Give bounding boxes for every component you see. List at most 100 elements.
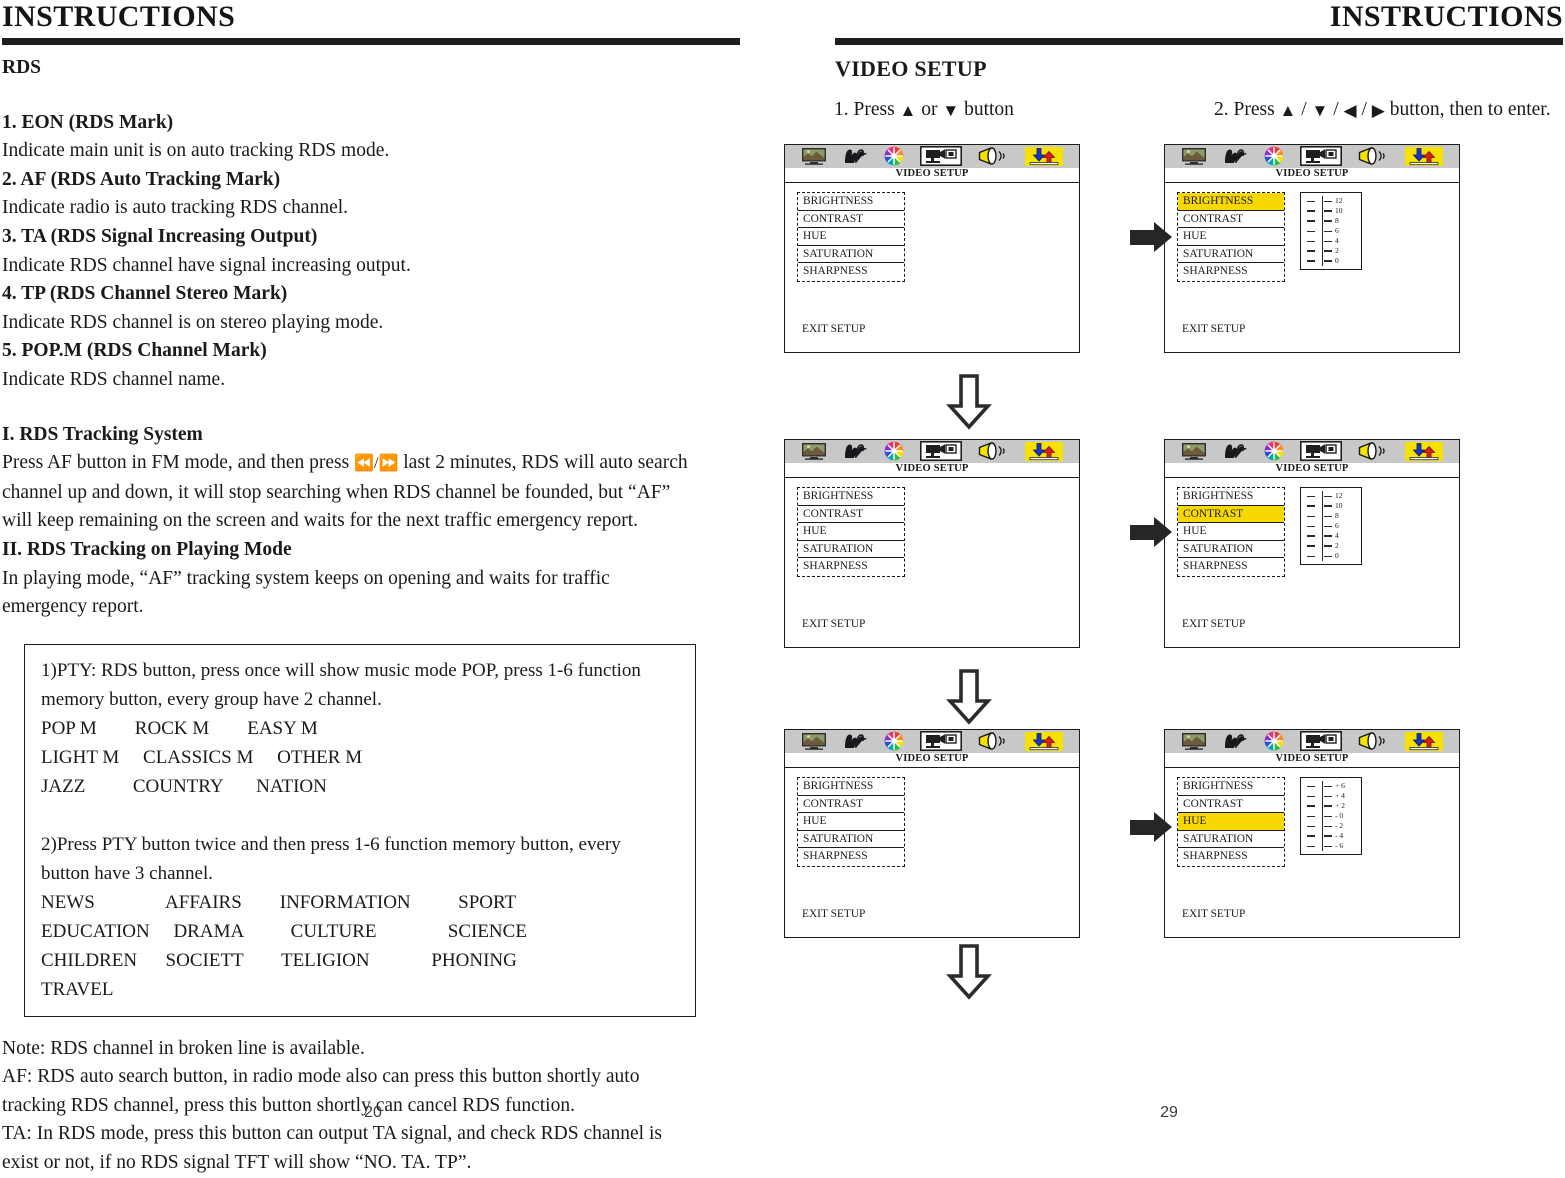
osd-menu-item-hue[interactable]: HUE	[1178, 523, 1284, 541]
item-4-heading: 4. TP (RDS Channel Stereo Mark)	[2, 283, 288, 305]
picture-icon[interactable]	[801, 442, 827, 460]
osd-menu-item-contrast[interactable]: CONTRAST	[798, 506, 904, 523]
osd-value-scale[interactable]: + 6 + 4 + 2- 0- 2- 4- 6	[1300, 777, 1362, 855]
osd-exit-setup[interactable]: EXIT SETUP	[1182, 618, 1245, 630]
osd-menu-item-sharpness[interactable]: SHARPNESS	[1178, 263, 1284, 281]
osd-menu-item-brightness[interactable]: BRIGHTNESS	[1178, 488, 1284, 506]
osd-menu-item-contrast[interactable]: CONTRAST	[1178, 505, 1284, 523]
osd-menu-item-saturation[interactable]: SATURATION	[1178, 246, 1284, 263]
updown-arrows-icon[interactable]	[1404, 731, 1443, 751]
color-wheel-icon[interactable]	[884, 441, 904, 461]
picture-icon[interactable]	[801, 147, 827, 165]
updown-arrows-icon[interactable]	[1024, 731, 1063, 751]
speaker-icon[interactable]	[1358, 147, 1388, 165]
osd-title: VIDEO SETUP	[785, 168, 1079, 183]
osd-exit-setup[interactable]: EXIT SETUP	[1182, 908, 1245, 920]
osd-menu-item-saturation[interactable]: SATURATION	[1178, 831, 1284, 848]
item-2-text: Indicate radio is auto tracking RDS chan…	[2, 197, 349, 219]
osd-menu-item-contrast[interactable]: CONTRAST	[798, 211, 904, 228]
video-camera-icon[interactable]	[920, 441, 963, 461]
osd-menu-item-brightness[interactable]: BRIGHTNESS	[798, 193, 904, 211]
scale-value: - 0	[1335, 811, 1344, 820]
osd-screen: VIDEO SETUP BRIGHTNESS CONTRAST HUE SATURATI…	[1164, 144, 1460, 353]
speaker-icon[interactable]	[1358, 732, 1388, 750]
osd-value-scale[interactable]: 12 10 8 6 4 2 0	[1300, 487, 1362, 565]
updown-arrows-icon[interactable]	[1024, 441, 1063, 461]
osd-menu-item-brightness[interactable]: BRIGHTNESS	[1178, 778, 1284, 796]
speaker-icon[interactable]	[978, 147, 1008, 165]
preference-icon[interactable]	[1223, 442, 1248, 460]
updown-arrows-icon[interactable]	[1404, 441, 1443, 461]
scale-value: 6	[1335, 226, 1339, 235]
preference-icon[interactable]	[843, 147, 868, 165]
scale-value: 0	[1335, 551, 1339, 560]
updown-arrows-icon[interactable]	[1024, 146, 1063, 166]
osd-exit-setup[interactable]: EXIT SETUP	[802, 323, 865, 335]
tracking-system-line-1: Press AF button in FM mode, and then pre…	[2, 449, 742, 479]
preference-icon[interactable]	[1223, 147, 1248, 165]
osd-menu-item-saturation[interactable]: SATURATION	[798, 541, 904, 558]
osd-menu-item-sharpness[interactable]: SHARPNESS	[1178, 558, 1284, 576]
osd-exit-setup[interactable]: EXIT SETUP	[802, 618, 865, 630]
video-camera-icon[interactable]	[1300, 441, 1343, 461]
picture-icon[interactable]	[1181, 442, 1207, 460]
color-wheel-icon[interactable]	[1264, 146, 1284, 166]
osd-menu-item-sharpness[interactable]: SHARPNESS	[798, 848, 904, 866]
osd-menu-item-sharpness[interactable]: SHARPNESS	[1178, 848, 1284, 866]
speaker-icon[interactable]	[1358, 442, 1388, 460]
osd-menu-item-hue[interactable]: HUE	[1178, 813, 1284, 831]
note-label: Note:	[2, 1037, 46, 1059]
updown-arrows-icon[interactable]	[1404, 146, 1443, 166]
osd-menu-item-hue[interactable]: HUE	[798, 523, 904, 541]
note-line-2: AF: RDS auto search button, in radio mod…	[2, 1066, 640, 1088]
osd-menu-item-contrast[interactable]: CONTRAST	[1178, 211, 1284, 228]
scale-tick-left	[1307, 220, 1315, 222]
right-triangle-icon: ▶	[1371, 101, 1385, 120]
picture-icon[interactable]	[1181, 147, 1207, 165]
color-wheel-icon[interactable]	[1264, 441, 1284, 461]
speaker-icon[interactable]	[978, 732, 1008, 750]
scale-row: - 4	[1301, 831, 1361, 841]
preference-icon[interactable]	[843, 732, 868, 750]
speaker-icon[interactable]	[978, 442, 1008, 460]
picture-icon[interactable]	[1181, 732, 1207, 750]
osd-menu-item-brightness[interactable]: BRIGHTNESS	[1178, 193, 1284, 211]
item-3-text: Indicate RDS channel have signal increas…	[2, 254, 411, 276]
video-camera-icon[interactable]	[920, 146, 963, 166]
osd-menu-item-contrast[interactable]: CONTRAST	[1178, 796, 1284, 813]
osd-exit-setup[interactable]: EXIT SETUP	[802, 908, 865, 920]
scale-tick-left	[1307, 260, 1315, 262]
left-page-number: 20	[364, 1104, 382, 1121]
scale-tick-left	[1307, 230, 1315, 232]
osd-menu-item-contrast[interactable]: CONTRAST	[798, 796, 904, 813]
color-wheel-icon[interactable]	[1264, 731, 1284, 751]
video-camera-icon[interactable]	[1300, 146, 1343, 166]
osd-body: BRIGHTNESS CONTRAST HUE SATURATION SHARPNESS…	[785, 768, 1079, 937]
pty-genre-row-3: JAZZ COUNTRY NATION	[41, 775, 327, 797]
osd-menu-item-saturation[interactable]: SATURATION	[1178, 541, 1284, 558]
preference-icon[interactable]	[1223, 732, 1248, 750]
osd-menu-item-hue[interactable]: HUE	[798, 228, 904, 246]
osd-menu-item-saturation[interactable]: SATURATION	[798, 246, 904, 263]
osd-menu-item-sharpness[interactable]: SHARPNESS	[798, 558, 904, 576]
osd-exit-setup[interactable]: EXIT SETUP	[1182, 323, 1245, 335]
picture-icon[interactable]	[801, 732, 827, 750]
osd-value-scale[interactable]: 12 10 8 6 4 2 0	[1300, 192, 1362, 270]
color-wheel-icon[interactable]	[884, 146, 904, 166]
scale-value: 10	[1335, 501, 1343, 510]
osd-icon-bar	[785, 145, 1079, 168]
osd-menu-item-hue[interactable]: HUE	[798, 813, 904, 831]
color-wheel-icon[interactable]	[884, 731, 904, 751]
left-page-body: RDS 1. EON (RDS Mark) Indicate main unit…	[2, 54, 742, 1178]
video-camera-icon[interactable]	[920, 731, 963, 751]
osd-menu-item-sharpness[interactable]: SHARPNESS	[798, 263, 904, 281]
osd-body: BRIGHTNESS CONTRAST HUE SATURATION SHARPNESS…	[1165, 768, 1459, 937]
pty-genre-row-1: POP M ROCK M EASY M	[41, 717, 318, 739]
video-camera-icon[interactable]	[1300, 731, 1343, 751]
osd-menu-item-saturation[interactable]: SATURATION	[798, 831, 904, 848]
osd-menu-item-hue[interactable]: HUE	[1178, 228, 1284, 246]
osd-menu-item-brightness[interactable]: BRIGHTNESS	[798, 778, 904, 796]
osd-menu-item-brightness[interactable]: BRIGHTNESS	[798, 488, 904, 506]
osd-screen: VIDEO SETUP BRIGHTNESS CONTRAST HUE SATURATI…	[784, 439, 1080, 648]
preference-icon[interactable]	[843, 442, 868, 460]
